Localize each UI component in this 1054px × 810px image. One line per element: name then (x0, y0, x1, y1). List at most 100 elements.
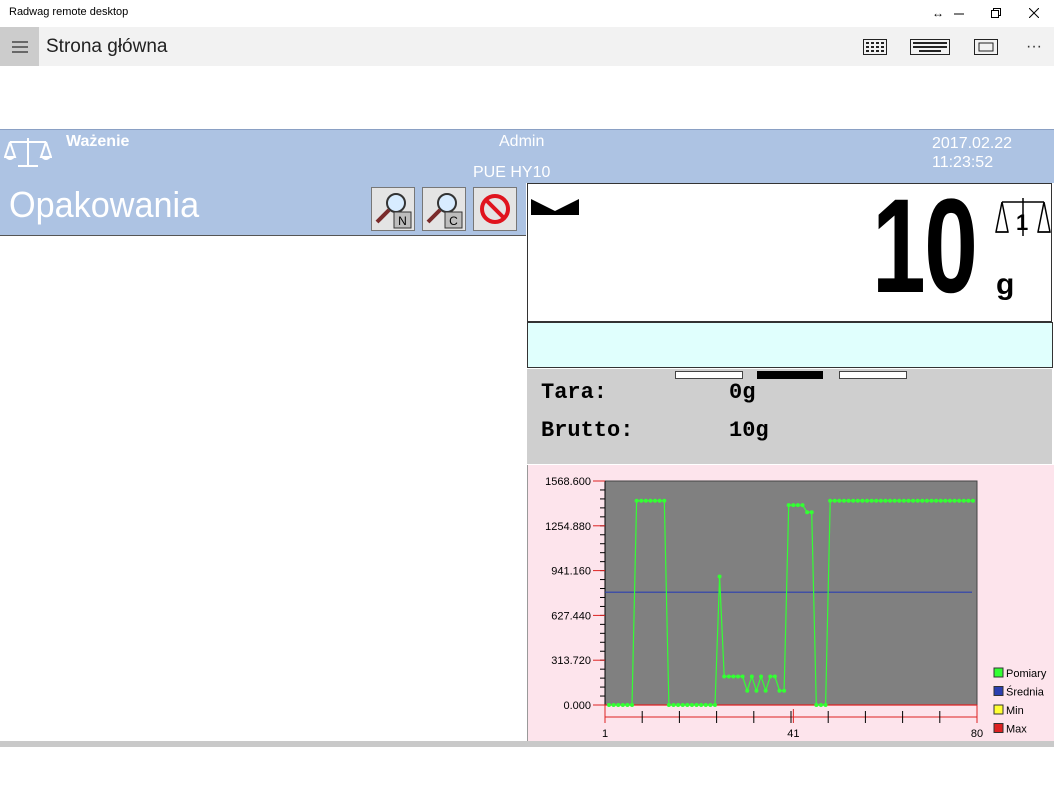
data-point (795, 503, 800, 508)
search-by-name-button[interactable]: N (371, 187, 415, 231)
data-point (957, 498, 962, 503)
data-point (671, 703, 676, 707)
data-point (689, 703, 694, 707)
data-point (749, 674, 754, 679)
window-title-bar (0, 0, 1054, 26)
message-bar (527, 322, 1053, 368)
x-tick-label: 80 (971, 728, 983, 740)
fit-screen-button[interactable] (964, 27, 1008, 66)
close-button[interactable] (1015, 0, 1053, 26)
data-point (616, 703, 621, 707)
minimize-icon (954, 13, 964, 15)
window-title: Radwag remote desktop (9, 6, 129, 18)
tare-value: 0g (729, 380, 756, 405)
data-point (915, 498, 920, 503)
legend-label: Max (1006, 724, 1027, 736)
x-tick-label: 1 (602, 728, 608, 740)
data-point (634, 498, 639, 503)
tare-label: Tara: (541, 380, 608, 405)
bargraph-segment (839, 371, 907, 379)
y-tick-label: 1568.600 (545, 476, 591, 488)
data-point (800, 503, 805, 508)
cancel-icon (480, 194, 510, 224)
data-point (625, 703, 630, 707)
legend-label: Średnia (1006, 686, 1045, 699)
data-point (607, 703, 611, 707)
close-icon (1029, 8, 1039, 18)
chart-panel: 0.000 313.720 627.440 941.160 1254.880 1568.6… (527, 465, 1054, 741)
data-point (662, 498, 667, 503)
legend-swatch (993, 667, 1004, 678)
data-point (712, 703, 717, 707)
restore-button[interactable] (977, 0, 1015, 26)
data-point (722, 674, 727, 679)
data-point (772, 674, 777, 679)
weight-value: 10 (872, 172, 978, 321)
gross-value: 10g (729, 418, 769, 443)
data-point (883, 498, 888, 503)
data-point (809, 510, 814, 515)
numpad-button[interactable] (853, 27, 897, 66)
data-point (888, 498, 893, 503)
bargraph-segment (675, 371, 743, 379)
menu-button[interactable] (0, 27, 39, 66)
data-point (901, 498, 906, 503)
data-point (860, 498, 865, 503)
data-point (869, 498, 874, 503)
data-point (938, 498, 943, 503)
data-point (814, 703, 819, 707)
numpad-icon (863, 38, 887, 55)
stability-icon (531, 199, 581, 222)
y-tick-label: 1254.880 (545, 521, 591, 533)
svg-text:N: N (398, 214, 407, 228)
data-point (639, 498, 644, 503)
x-tick-label: 41 (787, 728, 799, 740)
cancel-button[interactable] (473, 187, 517, 231)
data-point (947, 498, 952, 503)
hamburger-icon (11, 40, 28, 53)
balance-scale-icon (3, 135, 53, 176)
plot-area (604, 480, 978, 706)
data-point (971, 498, 975, 503)
data-point (653, 498, 658, 503)
data-point (763, 688, 768, 693)
data-point (878, 498, 883, 503)
platform-number: 1 (1016, 210, 1029, 235)
search-c-icon: C (426, 193, 463, 229)
data-point (782, 688, 787, 693)
data-point (846, 498, 851, 503)
y-tick-label: 313.720 (551, 655, 591, 667)
legend-label: Min (1006, 705, 1024, 717)
data-point (828, 498, 833, 503)
database-list[interactable] (0, 236, 526, 741)
more-options-icon[interactable]: ··· (1012, 27, 1054, 66)
data-point (924, 498, 929, 503)
data-point (699, 703, 704, 707)
page-title: Strona główna (46, 36, 168, 57)
legend-swatch (993, 686, 1004, 696)
legend-label: Pomiary (1006, 668, 1047, 680)
measurement-chart: 0.000 313.720 627.440 941.160 1254.880 1568.6… (545, 476, 1047, 740)
data-point (680, 703, 685, 707)
data-point (643, 498, 648, 503)
data-point (818, 703, 823, 707)
data-point (726, 674, 731, 679)
data-point (837, 498, 842, 503)
data-point (892, 498, 897, 503)
data-point (865, 498, 870, 503)
data-point (657, 498, 662, 503)
data-point (703, 703, 708, 707)
bottom-divider (0, 741, 1054, 747)
data-point (961, 498, 966, 503)
legend-swatch (993, 723, 1004, 733)
data-point (823, 703, 828, 707)
data-point (855, 498, 860, 503)
mode-label: Ważenie (66, 133, 130, 150)
search-by-code-button[interactable]: C (422, 187, 466, 231)
minimize-button[interactable] (940, 0, 978, 26)
data-point (768, 674, 773, 679)
keyboard-button[interactable] (908, 27, 952, 66)
data-point (906, 498, 911, 503)
y-tick-label: 0.000 (563, 700, 591, 712)
data-point (791, 503, 796, 508)
